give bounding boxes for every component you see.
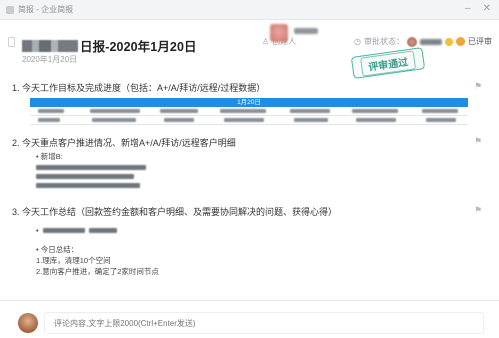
window-controls: – ✕ [465, 3, 491, 14]
table-cell [164, 118, 194, 122]
redacted-line [36, 174, 134, 179]
review-status: ◷ 审批状态： 已评审 [354, 36, 492, 47]
table-row [30, 107, 468, 116]
table-row [30, 116, 468, 125]
summary-line-2: 2.意向客户推进，确定了2家时间节点 [36, 267, 159, 276]
current-user-avatar [18, 313, 38, 333]
emoji-icon [444, 37, 453, 46]
review-label: 审批状态： [363, 37, 404, 46]
approval-stamp-text: 评审通过 [359, 49, 417, 77]
creator-avatar[interactable] [270, 24, 288, 42]
table-cell [294, 118, 328, 122]
redacted-line [36, 165, 146, 170]
table-header: 1月20日 [30, 98, 468, 107]
table-cell [92, 118, 136, 122]
section-1-heading: 1. 今天工作目标及完成进度（包括：A+/A/拜访/远程/过程数据） [12, 83, 266, 93]
table-cell [38, 118, 60, 122]
table-cell [290, 109, 330, 113]
table-cell [422, 109, 458, 113]
comment-input[interactable] [44, 312, 484, 334]
table-cell [220, 109, 266, 113]
section-3-heading: 3. 今天工作总结（回款签约金额和客户明细、及需要协同解决的问题、获得心得） [12, 207, 338, 217]
window-breadcrumb: 简报 - 企业简报 [18, 5, 74, 14]
table-cell [426, 118, 456, 122]
report-title: 日报-2020年1月20日 [22, 36, 197, 55]
table-cell [90, 109, 140, 113]
reviewer-name-redacted [419, 38, 442, 45]
flag-icon[interactable]: ⚑ [474, 205, 482, 216]
clock-icon: ◷ [354, 37, 361, 46]
new-customers-label: • 新增B: [36, 152, 63, 161]
redacted-line [88, 228, 117, 233]
section-2-heading: 2. 今天重点客户推进情况、新增A+/A/拜访/远程客户明细 [12, 138, 236, 148]
redacted-line [42, 228, 85, 233]
document-icon [8, 37, 15, 47]
summary-line-1: 1.理库，清理10个空间 [36, 256, 111, 265]
table-cell [224, 118, 264, 122]
close-icon[interactable]: ✕ [483, 3, 491, 14]
table-cell [160, 109, 198, 113]
flag-icon[interactable]: ⚑ [474, 81, 482, 92]
minimize-icon[interactable]: – [465, 3, 471, 14]
review-done-text: 已评审 [467, 37, 492, 46]
table-cell [356, 118, 396, 122]
app-icon [6, 5, 14, 14]
creator-name-redacted [294, 28, 318, 34]
report-date: 2020年1月20日 [22, 55, 78, 64]
user-icon: ♙ [262, 37, 270, 46]
reviewed-icon [455, 37, 465, 46]
flag-icon[interactable]: ⚑ [474, 136, 482, 147]
progress-table: 1月20日 [30, 98, 468, 125]
new-customers-list: • 新增B: [36, 151, 156, 192]
divider [0, 300, 499, 301]
report-title-text: 日报-2020年1月20日 [80, 40, 197, 54]
window-titlebar: 简报 - 企业简报 – ✕ [0, 0, 499, 20]
redacted-name [22, 40, 78, 52]
redacted-line [36, 183, 140, 188]
reviewer-avatar[interactable] [406, 36, 417, 47]
summary-block: • • 今日总结： 1.理库，清理10个空间 2.意向客户推进，确定了2家时间节… [36, 225, 186, 277]
summary-label: • 今日总结： [36, 245, 79, 254]
redacted-bullet: • [36, 225, 186, 236]
new-customers-label-text: 新增B: [40, 152, 63, 161]
table-cell [352, 109, 398, 113]
table-cell [38, 109, 64, 113]
summary-label-text: 今日总结： [40, 245, 79, 254]
